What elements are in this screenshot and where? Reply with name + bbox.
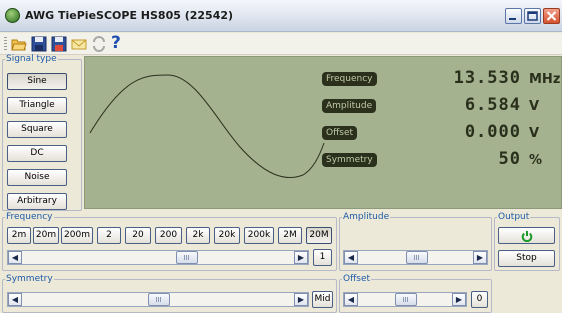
- stop-button[interactable]: Stop: [498, 250, 555, 267]
- scroll-left-icon[interactable]: ◀: [8, 251, 22, 264]
- scroll-left-icon[interactable]: ◀: [344, 251, 358, 264]
- close-icon[interactable]: [543, 8, 560, 24]
- offset-unit: V: [529, 126, 540, 141]
- range-20m-button[interactable]: 20m: [33, 227, 59, 244]
- amplitude-unit: V: [529, 99, 540, 114]
- amplitude-legend: Amplitude: [343, 212, 390, 222]
- range-200k-button[interactable]: 200k: [244, 227, 274, 244]
- signal-display: Frequency 13.530 MHz Amplitude 6.584 V O…: [84, 56, 562, 209]
- range-2k-button[interactable]: 2k: [186, 227, 210, 244]
- dc-button[interactable]: DC: [7, 145, 67, 162]
- signal-type-group: Signal type Sine Triangle Square DC Nois…: [2, 54, 82, 211]
- awg-app-icon[interactable]: [5, 8, 20, 23]
- arbitrary-button[interactable]: Arbitrary: [7, 193, 67, 210]
- scroll-right-icon[interactable]: ▶: [473, 251, 487, 264]
- awg-window: AWG TiePieSCOPE HS805 (22542) ? Signal t…: [0, 0, 562, 313]
- open-folder-icon[interactable]: [11, 36, 27, 52]
- maximize-icon[interactable]: [524, 8, 541, 24]
- offset-value: 0.000: [464, 122, 521, 142]
- frequency-scrollbar[interactable]: ◀ ▶: [7, 250, 309, 265]
- range-20-button[interactable]: 20: [125, 227, 151, 244]
- symmetry-group: Symmetry ◀ ▶ Mid: [2, 274, 337, 313]
- amplitude-scrollbar[interactable]: ◀ ▶: [343, 250, 488, 265]
- symmetry-scrollbar[interactable]: ◀ ▶: [7, 292, 309, 307]
- scroll-right-icon[interactable]: ▶: [294, 251, 308, 264]
- window-title: AWG TiePieSCOPE HS805 (22542): [25, 9, 234, 22]
- amplitude-slider-thumb[interactable]: [406, 251, 428, 264]
- range-200-button[interactable]: 200: [155, 227, 182, 244]
- offset-label: Offset: [322, 126, 358, 140]
- scroll-right-icon[interactable]: ▶: [294, 293, 308, 306]
- refresh-icon[interactable]: [91, 36, 107, 52]
- offset-zero-button[interactable]: 0: [471, 291, 488, 308]
- output-power-button[interactable]: [498, 227, 555, 244]
- frequency-group: Frequency 2m 20m 200m 2 20 200 2k 20k 20…: [2, 212, 337, 271]
- range-2M-button[interactable]: 2M: [278, 227, 302, 244]
- range-20M-button[interactable]: 20M: [306, 227, 332, 244]
- offset-legend: Offset: [343, 274, 371, 284]
- frequency-value: 13.530: [453, 68, 521, 88]
- range-2m-button[interactable]: 2m: [7, 227, 31, 244]
- frequency-legend: Frequency: [6, 212, 53, 222]
- signal-type-legend: Signal type: [6, 54, 57, 64]
- square-button[interactable]: Square: [7, 121, 67, 138]
- toolbar-grip[interactable]: [4, 37, 7, 51]
- output-legend: Output: [498, 212, 530, 222]
- title-bar[interactable]: AWG TiePieSCOPE HS805 (22542): [0, 0, 562, 32]
- offset-slider-thumb[interactable]: [395, 293, 417, 306]
- output-group: Output Stop: [494, 212, 560, 271]
- symmetry-unit: %: [529, 153, 543, 168]
- symmetry-slider-thumb[interactable]: [148, 293, 170, 306]
- help-icon[interactable]: ?: [111, 33, 127, 53]
- scroll-left-icon[interactable]: ◀: [8, 293, 22, 306]
- noise-button[interactable]: Noise: [7, 169, 67, 186]
- frequency-unit: MHz: [529, 72, 561, 87]
- symmetry-mid-button[interactable]: Mid: [312, 291, 333, 308]
- save-as-icon[interactable]: [51, 36, 67, 52]
- frequency-label: Frequency: [322, 72, 377, 86]
- offset-group: Offset ◀ ▶ 0: [339, 274, 492, 313]
- save-icon[interactable]: [31, 36, 47, 52]
- symmetry-label: Symmetry: [322, 153, 377, 167]
- scroll-left-icon[interactable]: ◀: [344, 293, 358, 306]
- range-2-button[interactable]: 2: [97, 227, 121, 244]
- symmetry-legend: Symmetry: [6, 274, 53, 284]
- range-200m-button[interactable]: 200m: [61, 227, 93, 244]
- frequency-step-button[interactable]: 1: [313, 249, 332, 266]
- symmetry-value: 50: [498, 149, 521, 169]
- scroll-right-icon[interactable]: ▶: [452, 293, 466, 306]
- triangle-button[interactable]: Triangle: [7, 97, 67, 114]
- power-icon: [521, 231, 532, 243]
- range-20k-button[interactable]: 20k: [214, 227, 240, 244]
- amplitude-group: Amplitude ◀ ▶: [339, 212, 492, 271]
- offset-scrollbar[interactable]: ◀ ▶: [343, 292, 467, 307]
- toolbar: ?: [0, 33, 562, 55]
- minimize-icon[interactable]: [505, 8, 522, 24]
- amplitude-label: Amplitude: [322, 99, 377, 113]
- email-icon[interactable]: [71, 36, 87, 52]
- amplitude-value: 6.584: [464, 95, 521, 115]
- sine-button[interactable]: Sine: [7, 73, 67, 90]
- frequency-slider-thumb[interactable]: [176, 251, 198, 264]
